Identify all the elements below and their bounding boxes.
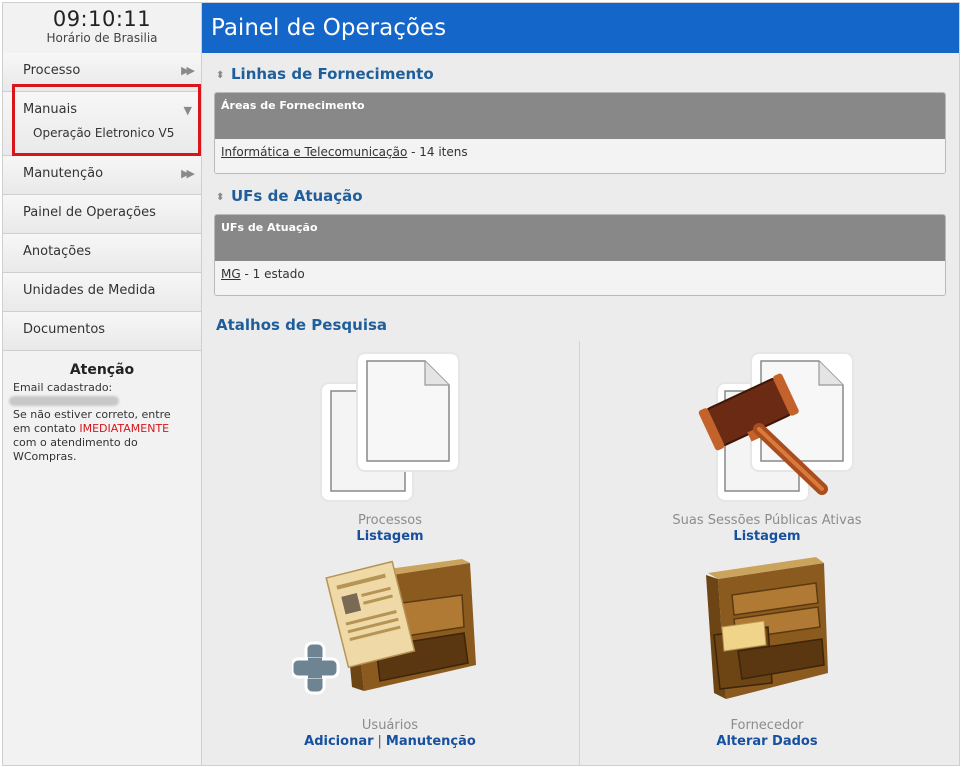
divider	[579, 341, 580, 765]
sidebar-item-anotacoes[interactable]: Anotações	[3, 234, 201, 273]
supply-line-link[interactable]: Informática e Telecomunicação	[221, 145, 407, 159]
sidebar: 09:10:11 Horário de Brasilia Processo ▶▶…	[2, 2, 201, 766]
double-chevron-right-icon: ▶▶	[181, 167, 195, 180]
attention-box: Atenção Email cadastrado: Se não estiver…	[3, 351, 201, 464]
processos-listagem-link[interactable]: Listagem	[356, 529, 423, 544]
sidebar-item-label: Processo	[23, 63, 81, 78]
section-title-text: UFs de Atuação	[231, 187, 363, 205]
clock-timezone: Horário de Brasilia	[46, 31, 158, 45]
table-row: MG - 1 estado	[215, 261, 945, 295]
shortcut-usuarios: Usuários Adicionar | Manutenção	[240, 718, 540, 750]
double-chevron-right-icon: ▶▶	[181, 64, 195, 77]
clock: 09:10:11 Horário de Brasilia	[3, 3, 201, 53]
sidebar-item-label: Manutenção	[23, 166, 104, 181]
shortcut-fornecedor: Fornecedor Alterar Dados	[617, 718, 917, 750]
shortcut-processos: Processos Listagem	[240, 513, 540, 545]
sidebar-item-label: Painel de Operações	[23, 205, 156, 220]
attention-alert-text: IMEDIATAMENTE	[79, 422, 170, 435]
sidebar-item-label: Manuais	[23, 102, 78, 117]
ufs-table: UFs de Atuação MG - 1 estado	[214, 214, 946, 296]
sessoes-listagem-link[interactable]: Listagem	[733, 529, 800, 544]
attention-message: Se não estiver correto, entre em contato…	[13, 408, 191, 464]
sidebar-item-processo[interactable]: Processo ▶▶	[3, 53, 201, 92]
plus-icon	[292, 641, 340, 695]
shortcut-title: Fornecedor	[730, 718, 804, 733]
page-title: Painel de Operações	[202, 3, 959, 53]
main-content: Painel de Operações ⬍ Linhas de Fornecime…	[201, 2, 960, 766]
fornecedor-alterar-link[interactable]: Alterar Dados	[716, 734, 817, 749]
sidebar-item-documentos[interactable]: Documentos	[3, 312, 201, 351]
shortcut-title: Processos	[357, 513, 423, 528]
table-row: Informática e Telecomunicação - 14 itens	[215, 139, 945, 173]
email-label: Email cadastrado:	[13, 381, 113, 394]
uf-count: - 1 estado	[240, 267, 305, 281]
section-ufs[interactable]: ⬍ UFs de Atuação	[202, 185, 959, 207]
sidebar-item-unidades[interactable]: Unidades de Medida	[3, 273, 201, 312]
usuarios-adicionar-link[interactable]: Adicionar	[304, 734, 373, 749]
attention-title: Atenção	[69, 362, 135, 378]
usuarios-manutencao-link[interactable]: Manutenção	[386, 734, 476, 749]
sidebar-item-manutencao[interactable]: Manutenção ▶▶	[3, 156, 201, 195]
shortcut-sessoes: Suas Sessões Públicas Ativas Listagem	[617, 513, 917, 545]
file-cabinet-icon[interactable]	[698, 555, 838, 705]
sidebar-item-painel[interactable]: Painel de Operações	[3, 195, 201, 234]
sort-icon: ⬍	[216, 70, 225, 81]
clock-time: 09:10:11	[52, 7, 152, 31]
gavel-icon[interactable]	[687, 351, 857, 503]
sidebar-item-label: Anotações	[23, 244, 92, 259]
table-header: UFs de Atuação	[215, 215, 945, 261]
table-header: Áreas de Fornecimento	[215, 93, 945, 139]
attention-message-part2: com o atendimento do WCompras.	[13, 436, 138, 463]
redacted-email	[9, 396, 119, 406]
documents-icon[interactable]	[317, 351, 462, 503]
supply-lines-table: Áreas de Fornecimento Informática e Tele…	[214, 92, 946, 174]
double-chevron-down-icon: ▼	[183, 104, 192, 117]
section-supply-lines[interactable]: ⬍ Linhas de Fornecimento	[202, 63, 959, 85]
sort-icon: ⬍	[216, 192, 225, 203]
sidebar-item-label: Documentos	[23, 322, 106, 337]
uf-link[interactable]: MG	[221, 267, 241, 281]
link-separator: |	[377, 734, 382, 749]
shortcuts-title: Atalhos de Pesquisa	[216, 316, 388, 334]
file-cabinet-icon[interactable]	[292, 555, 492, 705]
section-title-text: Linhas de Fornecimento	[231, 65, 434, 83]
shortcut-title: Suas Sessões Públicas Ativas	[672, 513, 862, 528]
supply-line-count: - 14 itens	[407, 145, 468, 159]
shortcut-title: Usuários	[361, 718, 419, 733]
sidebar-item-label: Unidades de Medida	[23, 283, 156, 298]
sidebar-item-manuais[interactable]: Manuais ▼ Operação Eletronico V5	[3, 92, 201, 156]
sidebar-subitem-operacao-eletronico[interactable]: Operação Eletronico V5	[3, 124, 201, 142]
